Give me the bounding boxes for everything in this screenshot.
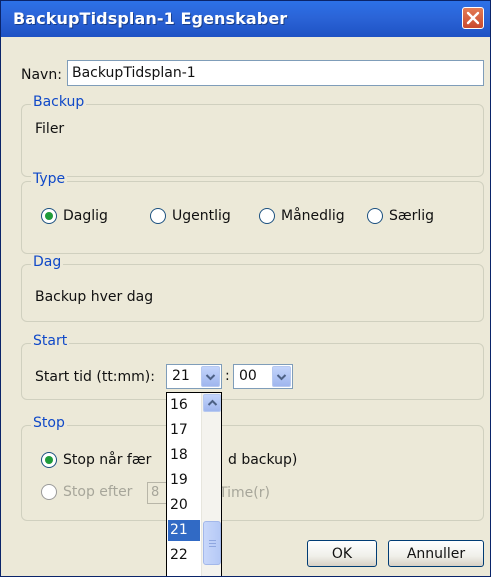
radio-weekly-label: Ugentlig: [172, 208, 231, 224]
stop-after-label: Stop efter: [63, 484, 133, 500]
radio-selected-indicator: [41, 452, 57, 468]
radio-stop-when-done[interactable]: Stop når fær: [41, 452, 151, 468]
hour-dropdown-list[interactable]: 16 17 18 19 20 21 22: [166, 392, 222, 576]
stop-hours-unit: Time(r): [219, 485, 270, 501]
start-time-label: Start tid (tt:mm):: [35, 369, 155, 385]
hour-dropdown-button[interactable]: [201, 366, 220, 387]
stop-when-done-label-end: d backup): [228, 452, 298, 468]
radio-weekly[interactable]: Ugentlig: [150, 207, 231, 225]
radio-stop-after[interactable]: Stop efter: [41, 484, 132, 500]
stop-group-title: Stop: [31, 415, 67, 431]
radio-monthly[interactable]: Månedlig: [259, 207, 345, 225]
minute-select[interactable]: 00: [233, 364, 293, 389]
backup-value: Filer: [35, 121, 65, 137]
dropdown-item[interactable]: 19: [168, 470, 200, 491]
chevron-up-icon: [207, 399, 217, 406]
radio-daily[interactable]: Daglig: [41, 207, 108, 225]
start-group-title: Start: [31, 333, 70, 349]
radio-special[interactable]: Særlig: [367, 207, 434, 225]
hour-select[interactable]: 21: [166, 364, 222, 389]
dropdown-item[interactable]: 18: [168, 445, 200, 466]
chevron-down-icon: [205, 373, 216, 380]
radio-indicator: [259, 208, 275, 224]
radio-indicator: [367, 208, 383, 224]
minute-value: 00: [239, 368, 257, 384]
stop-group: [21, 425, 484, 521]
radio-daily-label: Daglig: [63, 208, 108, 224]
dropdown-item-selected[interactable]: 21: [168, 520, 200, 541]
radio-special-label: Særlig: [389, 208, 435, 224]
properties-dialog: BackupTidsplan-1 Egenskaber Navn: Backup…: [0, 0, 491, 577]
scroll-thumb[interactable]: [203, 521, 221, 565]
time-separator: :: [225, 368, 230, 384]
radio-indicator: [41, 484, 57, 500]
name-label: Navn:: [21, 67, 62, 83]
minute-dropdown-button[interactable]: [272, 366, 291, 387]
day-value: Backup hver dag: [35, 289, 154, 305]
dropdown-item[interactable]: 17: [168, 420, 200, 441]
day-group-title: Dag: [31, 254, 64, 270]
scroll-grip: [209, 543, 216, 544]
close-icon: [466, 11, 480, 25]
radio-monthly-label: Månedlig: [281, 208, 345, 224]
stop-hours-field[interactable]: 8: [147, 482, 167, 504]
window-title: BackupTidsplan-1 Egenskaber: [13, 9, 288, 28]
backup-group: [21, 104, 484, 177]
backup-group-title: Backup: [31, 94, 87, 110]
dropdown-item[interactable]: 16: [168, 395, 200, 416]
radio-indicator: [150, 208, 166, 224]
ok-button[interactable]: OK: [307, 540, 377, 567]
dropdown-item[interactable]: 22: [168, 545, 200, 566]
dropdown-item[interactable]: 20: [168, 495, 200, 516]
scroll-grip: [209, 540, 216, 541]
cancel-button[interactable]: Annuller: [388, 540, 484, 567]
title-bar[interactable]: BackupTidsplan-1 Egenskaber: [1, 1, 490, 37]
radio-selected-indicator: [41, 208, 57, 224]
name-input[interactable]: [67, 60, 484, 86]
stop-when-done-label: Stop når fær: [63, 452, 152, 468]
scroll-grip: [209, 546, 216, 547]
dropdown-scrollbar[interactable]: [201, 393, 221, 576]
hour-value: 21: [172, 368, 190, 384]
scroll-up-button[interactable]: [203, 394, 221, 412]
close-button[interactable]: [462, 7, 484, 29]
chevron-down-icon: [276, 373, 287, 380]
type-group-title: Type: [31, 171, 68, 187]
